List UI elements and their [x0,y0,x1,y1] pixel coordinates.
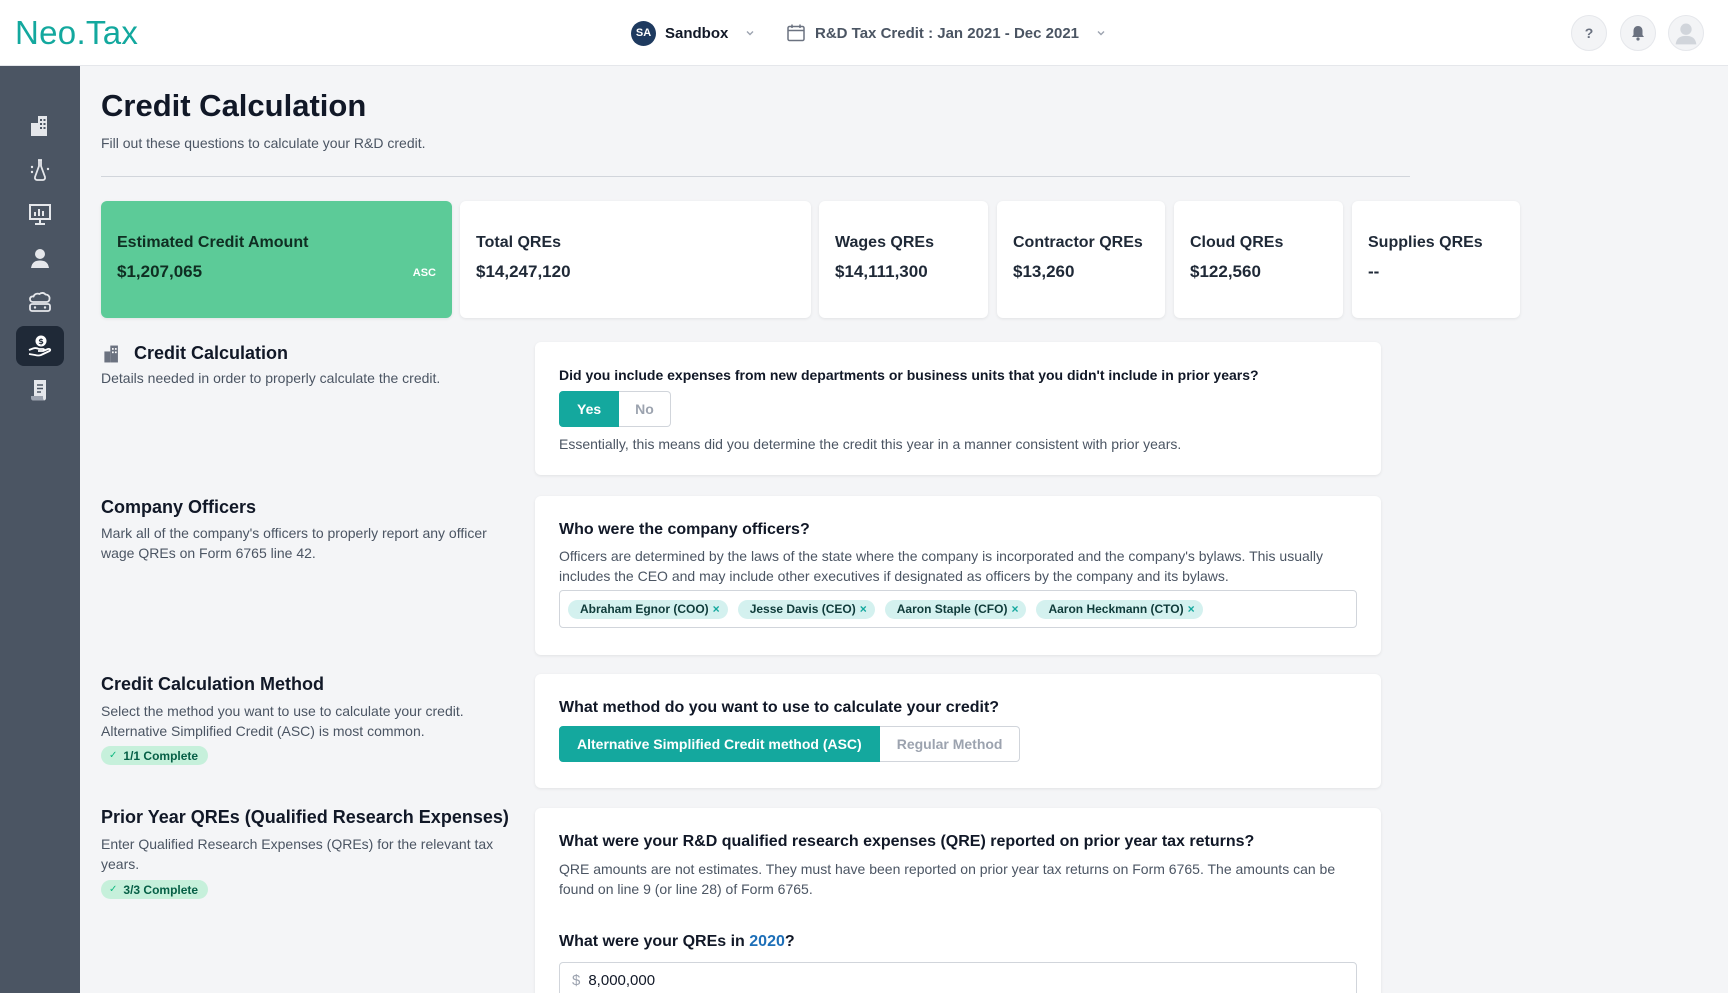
help-button[interactable]: ? [1571,15,1607,51]
sidebar: $ [0,66,80,993]
period-selector[interactable]: R&D Tax Credit : Jan 2021 - Dec 2021 [786,20,1107,46]
stat-label: Contractor QREs [1013,234,1143,251]
officer-tag: Jesse Davis (CEO) × [737,599,875,619]
question-help: QRE amounts are not estimates. They must… [559,861,1336,897]
stat-card-cloud-qres: Cloud QREs $122,560 [1174,201,1343,318]
stat-value: -- [1368,262,1380,281]
svg-text:$: $ [38,337,44,346]
stat-card-supplies-qres: Supplies QREs -- [1352,201,1520,318]
stat-card-wages-qres: Wages QREs $14,111,300 [819,201,988,318]
chevron-down-icon [1097,31,1105,36]
yes-no-toggle: Yes No [559,391,671,427]
divider [101,176,1410,177]
page-subtitle: Fill out these questions to calculate yo… [101,135,426,151]
workspace-avatar: SA [631,20,656,46]
cloud-devices-icon [29,292,51,312]
section-desc: Select the method you want to use to cal… [101,703,464,739]
check-icon: ✓ [109,884,118,895]
stat-card-estimated-credit: Estimated Credit Amount $1,207,065 ASC [101,201,452,318]
status-badge: ✓ 1/1 Complete [101,746,209,765]
section-title-method: Credit Calculation Method [101,674,325,694]
officers-multiselect[interactable]: Abraham Egnor (COO) × Jesse Davis (CEO) × … [559,590,1357,628]
sidebar-item-projects[interactable] [16,194,64,234]
remove-tag-icon[interactable]: × [713,602,720,616]
sidebar-item-company[interactable] [16,106,64,146]
top-header: Neo.Tax SA Sandbox R&D Tax Credit : Jan … [0,0,1728,66]
workspace-name: Sandbox [665,24,729,42]
status-badge: ✓ 3/3 Complete [101,880,209,899]
no-button[interactable]: No [619,391,671,427]
asc-method-button[interactable]: Alternative Simplified Credit method (AS… [559,726,880,762]
question-new-departments: Did you include expenses from new depart… [559,367,1259,383]
year-link[interactable]: 2020 [749,933,785,950]
stat-value: $14,247,120 [476,262,571,281]
officer-tag: Abraham Egnor (COO) × [568,599,728,619]
chevron-down-icon [746,31,754,36]
question-prior-qres: What were your R&D qualified research ex… [559,833,1255,850]
remove-tag-icon[interactable]: × [860,602,867,616]
question-help: Officers are determined by the laws of t… [559,548,1323,584]
workspace-switcher[interactable]: SA Sandbox [631,20,756,46]
sidebar-item-employees[interactable] [16,238,64,278]
card-prior-qres: What were your R&D qualified research ex… [535,808,1381,993]
yes-button[interactable]: Yes [559,391,620,427]
user-icon [31,249,49,268]
section-desc: Mark all of the company's officers to pr… [101,525,487,561]
section-desc: Enter Qualified Research Expenses (QREs)… [101,836,494,872]
card-new-departments: Did you include expenses from new depart… [535,342,1381,475]
question-mark-icon: ? [1584,25,1594,41]
officer-tag: Aaron Staple (CFO) × [884,599,1027,619]
stat-value: $1,207,065 [117,262,203,281]
question-help: Essentially, this means did you determin… [559,436,1182,452]
stat-card-total-qres: Total QREs $14,247,120 [460,201,811,318]
profile-button[interactable] [1668,15,1704,51]
main-content: Credit Calculation Fill out these questi… [80,66,1728,993]
presentation-board-icon [29,204,51,225]
document-icon [31,380,46,401]
method-toggle: Alternative Simplified Credit method (AS… [559,726,1021,762]
question-qres-year: What were your QREs in 2020? [559,933,795,950]
sidebar-item-reports[interactable] [16,370,64,410]
question-method: What method do you want to use to calcul… [559,699,1000,716]
buildings-icon [31,116,47,136]
period-label: R&D Tax Credit : Jan 2021 - Dec 2021 [815,24,1080,42]
section-title-prior-qres: Prior Year QREs (Qualified Research Expe… [101,807,509,827]
officer-tag: Aaron Heckmann (CTO) × [1036,599,1203,619]
stat-label: Cloud QREs [1190,234,1284,251]
section-title-credit-calculation: Credit Calculation [134,343,289,363]
section-title-company-officers: Company Officers [101,497,257,517]
logo[interactable]: Neo.Tax [15,14,138,52]
section-desc: Details needed in order to properly calc… [101,370,441,386]
stat-value: $122,560 [1190,262,1261,281]
stat-label: Total QREs [476,234,562,251]
regular-method-button[interactable]: Regular Method [879,726,1021,762]
stat-label: Estimated Credit Amount [117,234,309,251]
stat-label: Wages QREs [835,234,934,251]
stat-value: $13,260 [1013,262,1075,281]
question-officers: Who were the company officers? [559,521,810,538]
calendar-icon [787,24,805,42]
remove-tag-icon[interactable]: × [1011,602,1018,616]
sidebar-item-cloud[interactable] [16,282,64,322]
card-company-officers: Who were the company officers? Officers … [535,496,1381,655]
stat-card-contractor-qres: Contractor QREs $13,260 [997,201,1165,318]
stat-label: Supplies QREs [1368,234,1483,251]
check-icon: ✓ [109,750,118,761]
buildings-icon [104,345,118,363]
notifications-button[interactable] [1620,15,1656,51]
flask-brain-icon [30,159,50,181]
card-method: What method do you want to use to calcul… [535,674,1381,788]
hand-dollar-icon: $ [28,335,52,357]
method-badge: ASC [412,267,436,279]
currency-symbol: $ [572,971,581,989]
qre-2020-input[interactable]: $ 8,000,000 [559,962,1357,993]
page-title: Credit Calculation [101,88,367,123]
stat-value: $14,111,300 [835,262,928,281]
qre-2020-value: 8,000,000 [588,971,656,989]
remove-tag-icon[interactable]: × [1188,602,1195,616]
bell-icon [1632,26,1644,41]
sidebar-item-research[interactable] [16,150,64,190]
avatar-icon [1675,23,1697,45]
sidebar-item-credit[interactable]: $ [16,326,64,366]
